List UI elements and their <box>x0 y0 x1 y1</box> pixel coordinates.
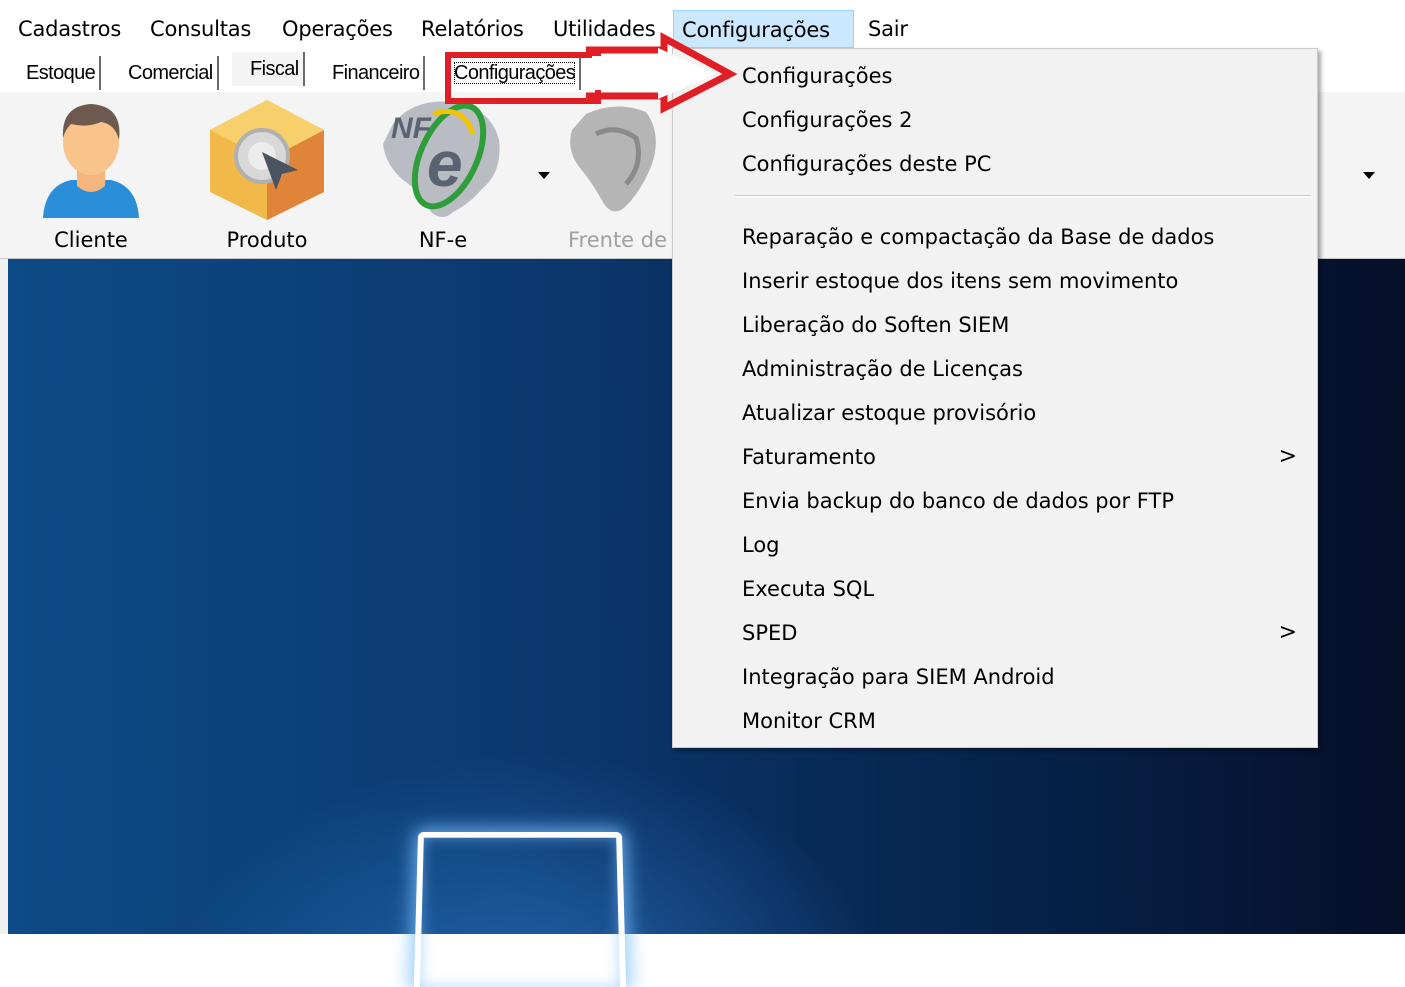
tab-comercial-label: Comercial <box>128 62 213 84</box>
window-left-edge <box>0 259 8 934</box>
configuracoes-dropdown-menu: Configurações Configurações 2 Configuraç… <box>672 48 1318 748</box>
svg-text:e: e <box>427 128 463 200</box>
menu-sair[interactable]: Sair <box>860 10 916 48</box>
menuitem-faturamento-label: Faturamento <box>742 445 876 469</box>
tool-frente-de-button[interactable]: Frente de <box>546 92 676 258</box>
tab-comercial[interactable]: Comercial <box>124 56 219 90</box>
product-box-icon <box>210 100 324 220</box>
menuitem-configuracoes-2[interactable]: Configurações 2 <box>673 98 1317 142</box>
menu-consultas[interactable]: Consultas <box>142 10 259 48</box>
map-icon <box>570 106 656 212</box>
tool-nfe-button[interactable]: NF e NF-e <box>368 92 518 258</box>
nfe-icon: NF e <box>383 101 500 217</box>
menuitem-configuracoes[interactable]: Configurações <box>673 54 1317 98</box>
submenu-chevron-icon: > <box>1278 620 1297 645</box>
menu-configuracoes[interactable]: Configurações <box>673 10 854 48</box>
menu-operacoes[interactable]: Operações <box>274 10 401 48</box>
tool-produto-label: Produto <box>226 228 308 252</box>
tool-frente-de-label: Frente de <box>568 228 668 252</box>
menu-cadastros[interactable]: Cadastros <box>10 10 129 48</box>
tab-estoque-label: Estoque <box>26 62 96 84</box>
menu-bar: Cadastros Consultas Operações Relatórios… <box>0 0 1405 48</box>
tool-nfe-label: NF-e <box>418 228 468 252</box>
tab-financeiro[interactable]: Financeiro <box>328 56 426 90</box>
menuitem-sped-label: SPED <box>742 621 798 645</box>
menuitem-atualizar-estoque[interactable]: Atualizar estoque provisório <box>673 391 1317 435</box>
tab-financeiro-label: Financeiro <box>332 62 420 84</box>
tool-cliente-label: Cliente <box>54 228 128 252</box>
menuitem-monitor-crm[interactable]: Monitor CRM <box>673 699 1317 743</box>
menu-relatorios[interactable]: Relatórios <box>413 10 532 48</box>
menuitem-sped[interactable]: SPED > <box>673 611 1317 655</box>
menu-utilidades[interactable]: Utilidades <box>545 10 664 48</box>
submenu-chevron-icon: > <box>1278 444 1297 469</box>
menuitem-faturamento[interactable]: Faturamento > <box>673 435 1317 479</box>
menuitem-executa-sql[interactable]: Executa SQL <box>673 567 1317 611</box>
person-icon <box>43 104 139 218</box>
tab-estoque[interactable]: Estoque <box>22 56 102 90</box>
menuitem-configuracoes-deste-pc[interactable]: Configurações deste PC <box>673 142 1317 186</box>
menu-separator <box>735 195 1311 197</box>
menuitem-envia-backup-ftp[interactable]: Envia backup do banco de dados por FTP <box>673 479 1317 523</box>
tool-produto-button[interactable]: Produto <box>192 92 342 258</box>
tab-configuracoes-label: Configurações <box>454 62 576 84</box>
toolbar-overflow-caret-icon[interactable] <box>1363 172 1375 179</box>
tab-fiscal-label: Fiscal <box>250 58 299 80</box>
menuitem-administracao-licencas[interactable]: Administração de Licenças <box>673 347 1317 391</box>
tab-configuracoes[interactable]: Configurações <box>450 56 582 90</box>
menuitem-reparacao-compactacao[interactable]: Reparação e compactação da Base de dados <box>673 215 1317 259</box>
menuitem-integracao-siem-android[interactable]: Integração para SIEM Android <box>673 655 1317 699</box>
menuitem-log[interactable]: Log <box>673 523 1317 567</box>
menuitem-inserir-estoque[interactable]: Inserir estoque dos itens sem movimento <box>673 259 1317 303</box>
svg-text:NF: NF <box>391 112 432 145</box>
glowing-frame-graphic <box>413 831 627 987</box>
menuitem-liberacao-soften[interactable]: Liberação do Soften SIEM <box>673 303 1317 347</box>
tool-cliente-button[interactable]: Cliente <box>16 92 166 258</box>
ribbon-tabs: Estoque Comercial Fiscal Financeiro Conf… <box>0 52 700 92</box>
tab-fiscal[interactable]: Fiscal <box>232 52 305 86</box>
